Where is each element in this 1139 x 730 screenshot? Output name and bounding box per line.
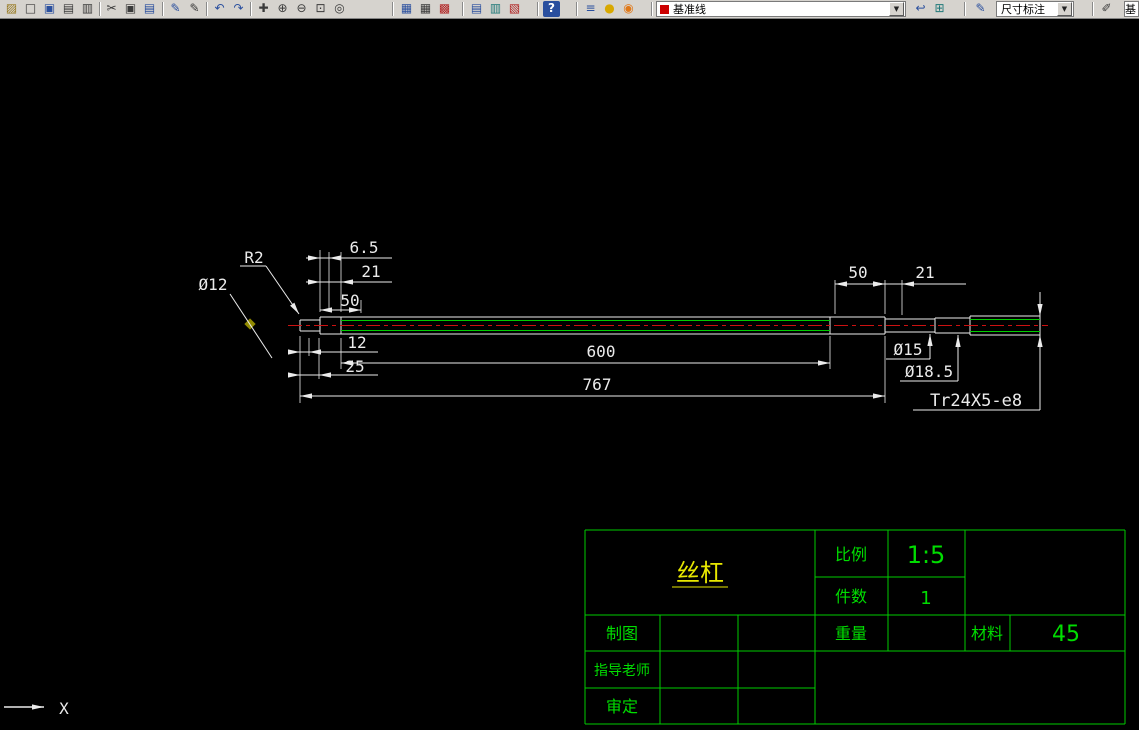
preview-icon[interactable]: ▥: [79, 1, 96, 17]
reviewer-label[interactable]: 审定: [606, 697, 638, 716]
toolbar-group-palettes: ▤ ▥ ▧: [468, 1, 523, 17]
toolbar-group-clipboard: ✂ ▣ ▤: [103, 1, 158, 17]
designcenter-icon[interactable]: ▥: [487, 1, 504, 17]
paste-icon[interactable]: ▤: [141, 1, 158, 17]
part-name[interactable]: 丝杠: [676, 559, 724, 587]
toolbar-separator: [99, 2, 101, 16]
clipped-combo-text: 基: [1125, 3, 1136, 16]
drawing-viewport[interactable]: 6.5 21 50 12 25 600 767 50 21 R2 Ø12 Ø15…: [0, 0, 1139, 730]
toolbar-group-zoom: ✚ ⊕ ⊖ ⊡ ◎: [255, 1, 348, 17]
zoom-window-icon[interactable]: ⊡: [312, 1, 329, 17]
toolbar-separator: [392, 2, 394, 16]
toolbar-separator: [462, 2, 464, 16]
matchprop-icon[interactable]: ✎: [167, 1, 184, 17]
dimstyle-combo[interactable]: 尺寸标注 ▼: [996, 1, 1074, 17]
toolbar-separator: [250, 2, 252, 16]
toolbar-separator: [162, 2, 164, 16]
properties-icon[interactable]: ▤: [468, 1, 485, 17]
dimstyle-icon[interactable]: ✎: [972, 1, 989, 17]
scale-label[interactable]: 比例: [835, 545, 867, 564]
dim-767-label[interactable]: 767: [583, 375, 612, 394]
save-icon[interactable]: ▣: [41, 1, 58, 17]
toolbar-group-dim-edit: ✐: [1098, 1, 1115, 17]
toolbar-group-tables: ▦ ▦ ▩: [398, 1, 453, 17]
new-icon[interactable]: □: [22, 1, 39, 17]
pencil-icon[interactable]: ✎: [186, 1, 203, 17]
cut-icon[interactable]: ✂: [103, 1, 120, 17]
weight-label[interactable]: 重量: [835, 624, 867, 643]
layer-combo-value: 基准线: [673, 3, 706, 16]
layer-color-swatch: [660, 4, 669, 14]
toolbar: ▨ □ ▣ ▤ ▥ ✂ ▣ ▤ ✎ ✎ ↶ ↷ ✚ ⊕ ⊖ ⊡ ◎ ▦ ▦ ▩ …: [0, 0, 1139, 19]
toolbar-group-dim: ✎: [972, 1, 989, 17]
pan-icon[interactable]: ✚: [255, 1, 272, 17]
dim-50-right-label[interactable]: 50: [848, 263, 867, 282]
dimension-labels: 6.5 21 50 12 25 600 767 50 21 R2 Ø12 Ø15…: [199, 238, 1023, 411]
toolbar-group-file: ▨ □ ▣ ▤ ▥: [3, 1, 96, 17]
layer-combo[interactable]: 基准线 ▼: [656, 1, 906, 17]
chevron-down-icon: ▼: [893, 5, 900, 13]
scale-value[interactable]: 1:5: [907, 541, 946, 569]
ucs-icon: X: [4, 699, 69, 718]
dia-15-label[interactable]: Ø15: [894, 340, 923, 359]
zoom-previous-icon[interactable]: ◎: [331, 1, 348, 17]
ucs-x-label: X: [59, 699, 69, 718]
toolbar-separator: [537, 2, 539, 16]
drafter-label[interactable]: 制图: [606, 624, 638, 643]
quantity-label[interactable]: 件数: [835, 587, 867, 606]
toolbar-group-edit: ✎ ✎: [167, 1, 203, 17]
toolbar-separator: [964, 2, 966, 16]
material-label[interactable]: 材料: [971, 624, 1003, 643]
dimstyle-combo-value: 尺寸标注: [1001, 3, 1045, 16]
undo-icon[interactable]: ↶: [211, 1, 228, 17]
sun-icon[interactable]: ◉: [620, 1, 637, 17]
dim-25-label[interactable]: 25: [345, 357, 364, 376]
toolbar-separator: [576, 2, 578, 16]
fillet-radius-label[interactable]: R2: [244, 248, 263, 267]
thread-spec-label[interactable]: Tr24X5-e8: [930, 391, 1022, 411]
layers-icon[interactable]: ≡: [582, 1, 599, 17]
table-icon[interactable]: ▦: [417, 1, 434, 17]
toolbar-separator: [206, 2, 208, 16]
dia-12-label[interactable]: Ø12: [199, 275, 228, 294]
dim-600-label[interactable]: 600: [587, 342, 616, 361]
markup-icon[interactable]: ▩: [436, 1, 453, 17]
sheetset-icon[interactable]: ▦: [398, 1, 415, 17]
zoom-out-icon[interactable]: ⊖: [293, 1, 310, 17]
toolbar-separator: [651, 2, 653, 16]
copy-icon[interactable]: ▣: [122, 1, 139, 17]
dimstyle-combo-dropdown[interactable]: ▼: [1057, 2, 1072, 16]
toolbar-group-layers: ≡ ● ◉: [582, 1, 637, 17]
dia-18-5-label[interactable]: Ø18.5: [905, 362, 953, 381]
layer-combo-dropdown[interactable]: ▼: [889, 2, 904, 16]
plot-icon[interactable]: ▤: [60, 1, 77, 17]
toolbar-separator: [1092, 2, 1094, 16]
redo-icon[interactable]: ↷: [230, 1, 247, 17]
dim-50-left-label[interactable]: 50: [340, 291, 359, 310]
advisor-label[interactable]: 指导老师: [594, 663, 650, 679]
palettes-icon[interactable]: ▧: [506, 1, 523, 17]
clipped-layer-combo[interactable]: 基: [1124, 1, 1139, 17]
layer-previous-icon[interactable]: ↩: [912, 1, 929, 17]
zoom-in-icon[interactable]: ⊕: [274, 1, 291, 17]
toolbar-group-layer-tools: ↩ ⊞: [912, 1, 948, 17]
quantity-value[interactable]: 1: [920, 588, 931, 609]
help-icon[interactable]: ?: [543, 1, 560, 17]
dimedit-icon[interactable]: ✐: [1098, 1, 1115, 17]
open-icon[interactable]: ▨: [3, 1, 20, 17]
dim-21-right-label[interactable]: 21: [915, 263, 934, 282]
material-value[interactable]: 45: [1052, 622, 1080, 647]
title-block-texts: 丝杠 比例 1:5 件数 1 制图 重量 材料 45 指导老师 审定: [594, 541, 1080, 716]
toolbar-group-help: ?: [543, 1, 560, 17]
toolbar-group-undo: ↶ ↷: [211, 1, 247, 17]
dim-12-label[interactable]: 12: [347, 333, 366, 352]
dim-21-left-label[interactable]: 21: [361, 262, 380, 281]
make-object-layer-icon[interactable]: ⊞: [931, 1, 948, 17]
chevron-down-icon: ▼: [1061, 5, 1068, 13]
dim-6-5-label[interactable]: 6.5: [350, 238, 379, 257]
bulb-icon[interactable]: ●: [601, 1, 618, 17]
